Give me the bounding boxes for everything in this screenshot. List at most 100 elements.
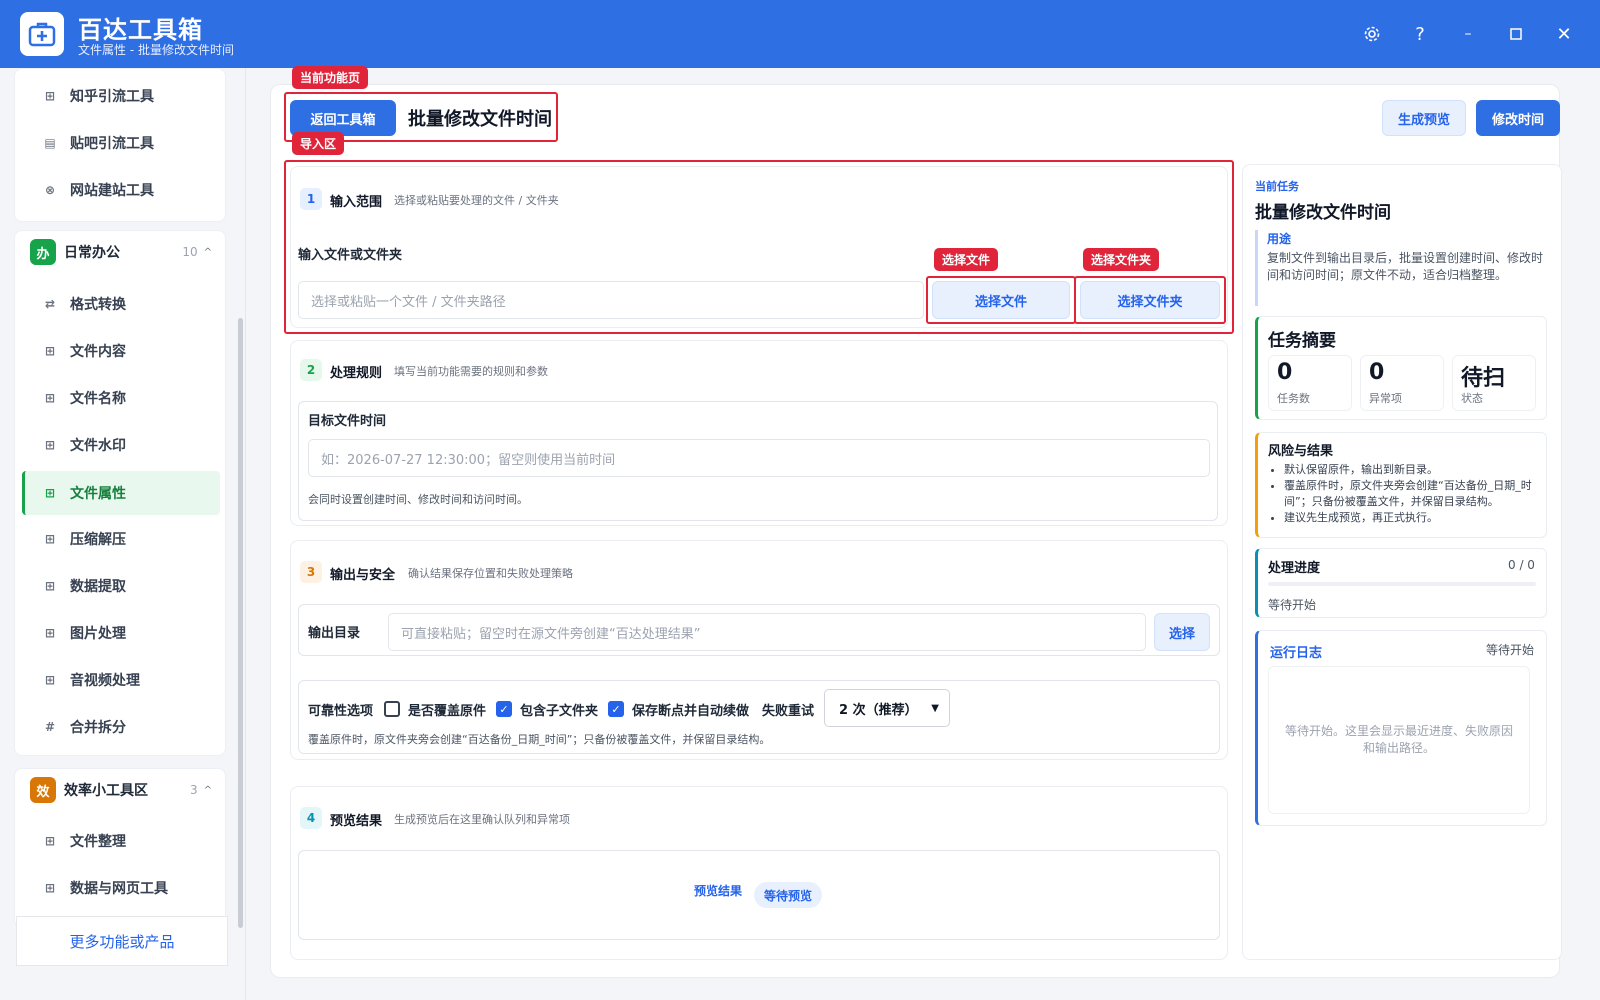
- sidebar-item-label: 图片处理: [70, 626, 126, 642]
- sidebar-item-image[interactable]: ⊞ 图片处理: [22, 613, 212, 653]
- log-title: 运行日志: [1270, 646, 1323, 661]
- group-daily-badge: 办: [30, 239, 56, 265]
- sidebar-item-label: 贴吧引流工具: [70, 136, 154, 152]
- more-products-link[interactable]: 更多功能或产品: [16, 916, 228, 966]
- sidebar-item-content[interactable]: ⊞ 文件内容: [22, 331, 212, 371]
- sidebar-item-name[interactable]: ⊞ 文件名称: [22, 378, 212, 418]
- collapse-caret-icon[interactable]: ^: [204, 247, 212, 258]
- usage-accent-bar: [1255, 230, 1258, 306]
- group-efficiency-title: 效率小工具区: [64, 783, 148, 799]
- risk-title: 风险与结果: [1268, 444, 1334, 459]
- annotation-tag-current: 当前功能页: [292, 66, 369, 89]
- grid-icon: ⊞: [44, 89, 56, 103]
- section-number: 4: [300, 807, 322, 829]
- retry-label: 失败重试: [762, 704, 815, 719]
- maximize-icon[interactable]: [1502, 20, 1530, 48]
- progress-status: 等待开始: [1268, 598, 1317, 612]
- sidebar-item-website[interactable]: ⊗ 网站建站工具: [22, 170, 212, 210]
- sidebar-item-compress[interactable]: ⊞ 压缩解压: [22, 519, 212, 559]
- group-efficiency-header[interactable]: 效 效率小工具区 3 ^: [14, 768, 226, 812]
- close-icon[interactable]: ✕: [1550, 20, 1578, 48]
- group-daily-count: 10: [182, 245, 198, 259]
- page-title: 批量修改文件时间: [408, 109, 552, 130]
- app-title: 百达工具箱: [78, 16, 203, 44]
- section-number: 3: [300, 561, 322, 583]
- preview-result-label: 预览结果: [694, 884, 743, 898]
- sidebar-item-data-web[interactable]: ⊞ 数据与网页工具: [22, 868, 212, 908]
- stat-value: 待扫: [1461, 366, 1506, 391]
- stat-label: 任务数: [1277, 392, 1310, 405]
- risk-item: 覆盖原件时，原文件夹旁会创建“百达备份_日期_时间”；只备份被覆盖文件，并保留目…: [1284, 478, 1540, 510]
- toolbox-logo-icon: [20, 12, 64, 56]
- overwrite-label: 是否覆盖原件: [408, 704, 487, 719]
- stat-status: 待扫 状态: [1452, 355, 1536, 411]
- input-path-field[interactable]: 选择或粘贴一个文件 / 文件夹路径: [298, 281, 924, 319]
- sidebar-item-label: 音视频处理: [70, 673, 140, 689]
- sidebar-item-extract[interactable]: ⊞ 数据提取: [22, 566, 212, 606]
- resume-checkbox[interactable]: ✓: [608, 701, 624, 717]
- title-bar: 百达工具箱 文件属性 - 批量修改文件时间 ? – ✕: [0, 0, 1600, 68]
- output-dir-field[interactable]: 可直接粘贴；留空时在源文件旁创建“百达处理结果”: [388, 613, 1146, 651]
- retry-select[interactable]: 2 次（推荐） ▼: [824, 689, 950, 727]
- stat-label: 异常项: [1369, 392, 1402, 405]
- grid-icon: ⊞: [44, 834, 56, 848]
- risk-item: 建议先生成预览，再正式执行。: [1284, 510, 1540, 526]
- sidebar-item-tieba[interactable]: ▤ 贴吧引流工具: [22, 123, 212, 163]
- stat-value: 0: [1277, 360, 1293, 385]
- sidebar-scrollbar[interactable]: [238, 318, 243, 928]
- choose-file-button[interactable]: 选择文件: [932, 281, 1070, 319]
- stat-tasks: 0 任务数: [1268, 355, 1352, 411]
- target-time-field[interactable]: 如：2026-07-27 12:30:00；留空则使用当前时间: [308, 439, 1210, 477]
- sidebar-item-label: 文件整理: [70, 834, 126, 850]
- stat-label: 状态: [1461, 392, 1483, 405]
- log-placeholder: 等待开始。这里会显示最近进度、失败原因和输出路径。: [1284, 724, 1513, 755]
- section-title: 处理规则: [330, 366, 383, 381]
- sidebar-item-format[interactable]: ⇄ 格式转换: [22, 284, 212, 324]
- output-dir-label: 输出目录: [308, 626, 361, 641]
- grid-icon: ⊞: [44, 881, 56, 895]
- collapse-caret-icon[interactable]: ^: [204, 785, 212, 796]
- group-daily-header[interactable]: 办 日常办公 10 ^: [14, 230, 226, 274]
- grid-icon: ⊞: [44, 344, 56, 358]
- sidebar-item-zhihu[interactable]: ⊞ 知乎引流工具: [22, 76, 212, 116]
- overwrite-checkbox[interactable]: [384, 701, 400, 717]
- risk-item: 默认保留原件，输出到新目录。: [1284, 462, 1540, 478]
- rules-hint: 会同时设置创建时间、修改时间和访问时间。: [308, 493, 528, 506]
- reliability-options-label: 可靠性选项: [308, 704, 374, 719]
- minimize-icon[interactable]: –: [1454, 20, 1482, 48]
- section-title: 输入范围: [330, 195, 383, 210]
- sidebar-item-label: 文件水印: [70, 438, 126, 454]
- grid-icon: ⊞: [44, 391, 56, 405]
- modify-time-button[interactable]: 修改时间: [1476, 100, 1560, 136]
- log-output-area[interactable]: 等待开始。这里会显示最近进度、失败原因和输出路径。: [1268, 666, 1530, 814]
- stat-value: 0: [1369, 360, 1385, 385]
- progress-title: 处理进度: [1268, 561, 1321, 576]
- sidebar-item-label: 知乎引流工具: [70, 89, 154, 105]
- sidebar-item-media[interactable]: ⊞ 音视频处理: [22, 660, 212, 700]
- hash-icon: #: [44, 720, 56, 734]
- subfolders-checkbox[interactable]: ✓: [496, 701, 512, 717]
- choose-folder-button[interactable]: 选择文件夹: [1080, 281, 1220, 319]
- back-to-toolbox-button[interactable]: 返回工具箱: [290, 100, 396, 136]
- sidebar-item-label: 文件内容: [70, 344, 126, 360]
- grid-icon: ⊞: [44, 486, 56, 500]
- sidebar-item-label: 网站建站工具: [70, 183, 154, 199]
- generate-preview-button[interactable]: 生成预览: [1382, 100, 1466, 136]
- help-icon[interactable]: ?: [1406, 20, 1434, 48]
- annotation-tag-file: 选择文件: [934, 248, 999, 271]
- sidebar-item-watermark[interactable]: ⊞ 文件水印: [22, 425, 212, 465]
- section-desc: 填写当前功能需要的规则和参数: [394, 365, 548, 378]
- sidebar-item-organize[interactable]: ⊞ 文件整理: [22, 821, 212, 861]
- group-efficiency-count: 3: [189, 783, 198, 797]
- section-number: 2: [300, 359, 322, 381]
- grid-icon: ⊞: [44, 673, 56, 687]
- task-title: 批量修改文件时间: [1255, 203, 1391, 223]
- sidebar-item-attributes[interactable]: ⊞ 文件属性: [22, 471, 220, 515]
- progress-bar: [1268, 582, 1536, 586]
- app-subtitle: 文件属性 - 批量修改文件时间: [78, 43, 234, 57]
- grid-icon: ⊞: [44, 626, 56, 640]
- risk-list: 默认保留原件，输出到新目录。 覆盖原件时，原文件夹旁会创建“百达备份_日期_时间…: [1284, 462, 1540, 526]
- sidebar-item-merge[interactable]: # 合并拆分: [22, 707, 212, 747]
- gear-icon[interactable]: [1358, 20, 1386, 48]
- choose-output-button[interactable]: 选择: [1154, 613, 1210, 651]
